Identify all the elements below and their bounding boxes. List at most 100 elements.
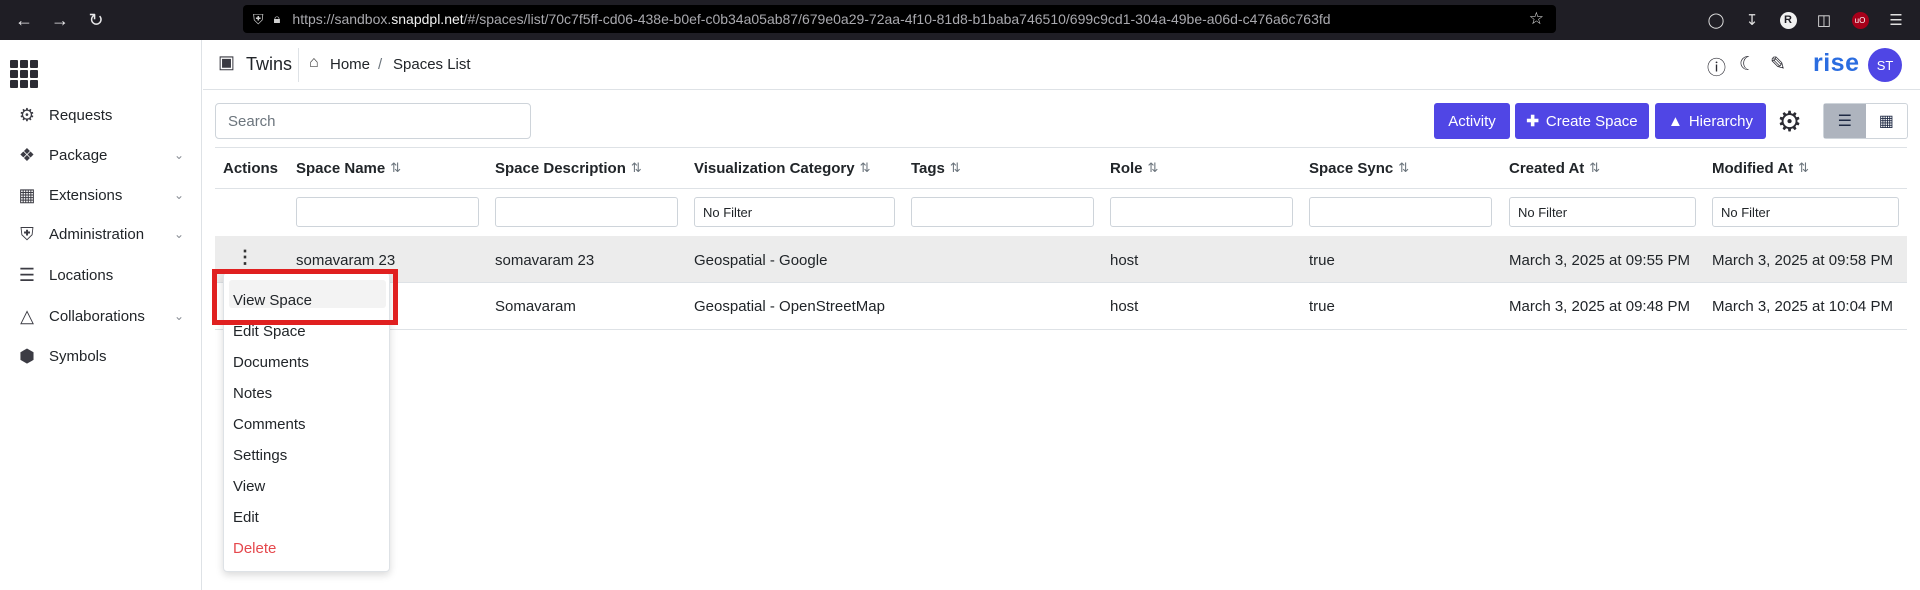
menu-item-documents[interactable]: Documents [233,354,309,371]
chevron-down-icon[interactable]: ⌄ [174,148,184,162]
sidebar-item-requests[interactable]: ⚙ Requests [0,97,202,133]
bookmark-star-icon[interactable]: ☆ [1529,9,1544,29]
brand-logo[interactable]: rise [1813,49,1859,78]
dark-mode-moon-icon[interactable]: ☾ [1739,53,1756,76]
sort-icon[interactable]: ⇅ [860,160,871,176]
visualization-category-filter[interactable]: No Filter [694,197,895,227]
shield-user-icon: ⛨ [20,223,34,244]
ublock-icon[interactable]: uO [1842,0,1878,40]
cell-visualization-category: Geospatial - Google [694,252,828,269]
sort-icon[interactable]: ⇅ [1589,160,1600,176]
twins-icon: ▣ [218,52,236,72]
menu-item-comments[interactable]: Comments [233,416,306,433]
chevron-down-icon[interactable]: ⌄ [174,188,184,202]
map-icon: ☰ [18,264,36,285]
role-filter[interactable] [1110,197,1293,227]
sidebar-item-symbols[interactable]: ⬢ Symbols [0,338,202,374]
col-role[interactable]: Role ⇅ [1110,148,1158,188]
apps-grid-icon[interactable] [10,60,38,88]
col-space-description[interactable]: Space Description ⇅ [495,148,642,188]
menu-item-notes[interactable]: Notes [233,385,272,402]
activity-button[interactable]: Activity [1434,103,1510,139]
address-bar[interactable]: ⛨ 🔒︎ https://sandbox.snapdpl.net/#/space… [243,5,1556,33]
help-icon[interactable]: ⓘ [1707,53,1726,80]
tags-filter[interactable] [911,197,1094,227]
col-label: Tags [911,159,945,177]
breadcrumb-current: Spaces List [393,56,471,73]
sidebar-item-label: Collaborations [49,307,145,325]
url-text[interactable]: https://sandbox.snapdpl.net/#/spaces/lis… [292,11,1330,27]
sidebar-item-label: Extensions [49,186,123,204]
header-divider [298,48,299,82]
col-actions: Actions [223,148,278,188]
menu-item-settings[interactable]: Settings [233,447,287,464]
cell-space-sync: true [1309,298,1335,315]
sidebar-item-locations[interactable]: ☰ Locations [0,257,202,293]
settings-gear-icon[interactable]: ⚙ [1777,105,1802,138]
highlight-box [212,269,398,325]
col-space-name[interactable]: Space Name ⇅ [296,148,401,188]
create-space-button[interactable]: ✚ Create Space [1515,103,1649,139]
menu-item-edit[interactable]: Edit [233,509,259,526]
hierarchy-button[interactable]: ▲ Hierarchy [1655,103,1766,139]
lock-icon[interactable]: 🔒︎ [274,11,281,27]
col-label: Modified At [1712,159,1794,177]
forward-arrow-icon[interactable]: → [42,0,78,40]
back-arrow-icon[interactable]: ← [6,0,42,40]
sidebar-item-collaborations[interactable]: △ Collaborations ⌄ [0,298,202,334]
app-name[interactable]: Twins [246,54,292,75]
tracking-shield-icon[interactable]: ⛨ [253,11,264,28]
sidebar-item-administration[interactable]: ⛨ Administration ⌄ [0,216,202,252]
search-input[interactable] [215,103,531,139]
breadcrumb-home[interactable]: Home [330,56,370,73]
cube-icon: ⬢ [19,345,35,366]
home-icon[interactable]: ⌂ [309,54,319,72]
avatar[interactable]: ST [1868,48,1902,82]
col-visualization-category[interactable]: Visualization Category ⇅ [694,148,871,188]
col-created-at[interactable]: Created At ⇅ [1509,148,1600,188]
list-view-icon[interactable]: ☰ [1824,104,1866,138]
space-name-filter[interactable] [296,197,479,227]
chevron-down-icon[interactable]: ⌄ [174,227,184,241]
edit-pencil-icon[interactable]: ✎ [1770,53,1786,76]
col-modified-at[interactable]: Modified At ⇅ [1712,148,1809,188]
sidebar-item-extensions[interactable]: ▦ Extensions ⌄ [0,177,202,213]
sidebar-item-label: Administration [49,225,145,243]
sort-icon[interactable]: ⇅ [1148,160,1159,176]
created-at-filter[interactable]: No Filter [1509,197,1696,227]
pocket-icon[interactable]: ◯ [1698,0,1734,40]
sidebar-item-label: Requests [49,106,113,124]
space-sync-filter[interactable] [1309,197,1492,227]
cell-created-at: March 3, 2025 at 09:55 PM [1509,252,1690,269]
cell-space-description: Somavaram [495,298,576,315]
kebab-menu-icon[interactable]: ⋮ [236,248,254,266]
menu-item-view[interactable]: View [233,478,265,495]
tree-icon: ▲ [1667,112,1683,130]
col-label: Space Description [495,159,626,177]
sidebar-item-label: Symbols [49,347,107,365]
top-header: ▣ Twins ⌂ Home / Spaces List ⓘ ☾ ✎ rise … [203,40,1920,90]
profile-icon[interactable]: R [1770,0,1806,40]
download-icon[interactable]: ↧ [1734,0,1770,40]
sort-icon[interactable]: ⇅ [1398,160,1409,176]
menu-item-edit-space[interactable]: Edit Space [233,323,306,340]
menu-icon[interactable]: ☰ [1878,0,1914,40]
modified-at-filter[interactable]: No Filter [1712,197,1899,227]
sort-icon[interactable]: ⇅ [631,160,642,176]
space-description-filter[interactable] [495,197,678,227]
reload-icon[interactable]: ↻ [78,0,114,40]
sort-icon[interactable]: ⇅ [1798,160,1809,176]
col-tags[interactable]: Tags ⇅ [911,148,961,188]
sidebar-item-label: Package [49,146,108,164]
extensions-puzzle-icon[interactable]: ◫ [1806,0,1842,40]
sidebar-item-package[interactable]: ❖ Package ⌄ [0,137,202,173]
menu-item-delete[interactable]: Delete [233,540,276,557]
sort-icon[interactable]: ⇅ [390,160,401,176]
header-bottom-border [215,188,1907,189]
col-space-sync[interactable]: Space Sync ⇅ [1309,148,1409,188]
network-icon: △ [20,305,34,326]
cell-visualization-category: Geospatial - OpenStreetMap [694,298,885,315]
chevron-down-icon[interactable]: ⌄ [174,309,184,323]
grid-view-icon[interactable]: ▦ [1866,104,1908,138]
sort-icon[interactable]: ⇅ [950,160,961,176]
